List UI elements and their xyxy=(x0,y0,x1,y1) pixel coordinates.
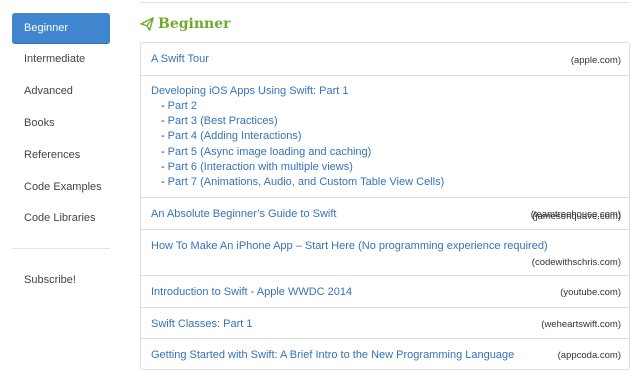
subscribe-link[interactable]: Subscribe! xyxy=(12,265,110,296)
resource-link[interactable]: How To Make An iPhone App – Start Here (… xyxy=(151,240,548,252)
resource-source: (teamtreehouse.com) xyxy=(530,209,621,220)
sidebar: Beginner Intermediate Advanced Books Ref… xyxy=(0,0,124,365)
sidebar-item-advanced[interactable]: Advanced xyxy=(12,76,110,107)
resource-link[interactable]: An Absolute Beginner’s Guide to Swift xyxy=(151,208,337,220)
resource-source: (weheartswift.com) xyxy=(541,319,621,330)
list-item: An Absolute Beginner’s Guide to Swift (t… xyxy=(141,198,629,230)
paper-plane-icon xyxy=(140,17,154,31)
sidebar-item-beginner[interactable]: Beginner xyxy=(12,13,110,44)
resource-link[interactable]: Introduction to Swift - Apple WWDC 2014 xyxy=(151,286,352,298)
list-item: Developing iOS Apps Using Swift: Part 1 … xyxy=(141,76,629,222)
list-item: Introduction to Swift - Apple WWDC 2014 … xyxy=(141,276,629,308)
sub-list-item: - Part 5 (Async image loading and caching… xyxy=(161,145,372,158)
list-item: Swift Classes: Part 1 (weheartswift.com) xyxy=(141,308,629,339)
resource-part-link[interactable]: Part 3 (Best Practices) xyxy=(168,115,278,127)
sidebar-item-intermediate[interactable]: Intermediate xyxy=(12,44,110,75)
sidebar-item-references[interactable]: References xyxy=(12,140,110,171)
section-title: Beginner xyxy=(158,16,231,32)
resource-link[interactable]: Developing iOS Apps Using Swift: Part 1 xyxy=(151,85,348,97)
sidebar-item-books[interactable]: Books xyxy=(12,108,110,139)
resource-source: (codewithschris.com) xyxy=(531,257,621,268)
sidebar-divider xyxy=(12,248,110,249)
resource-link[interactable]: Getting Started with Swift: A Brief Intr… xyxy=(151,349,514,361)
resource-source: (youtube.com) xyxy=(560,287,621,298)
section-header: Beginner xyxy=(140,13,231,35)
resource-part-link[interactable]: Part 6 (Interaction with multiple views) xyxy=(168,161,353,173)
main-content: Beginner A Swift Tour (apple.com) Develo… xyxy=(140,0,630,370)
sub-list-item: - Part 4 (Adding Interactions) xyxy=(161,130,302,143)
list-item: How To Make An iPhone App – Start Here (… xyxy=(141,230,629,276)
resource-source: (appcoda.com) xyxy=(557,350,621,361)
sub-list-item: - Part 3 (Best Practices) xyxy=(161,115,278,128)
resource-link[interactable]: A Swift Tour xyxy=(151,53,209,65)
resource-source: (apple.com) xyxy=(570,55,621,66)
top-divider xyxy=(140,2,630,3)
resource-link[interactable]: Swift Classes: Part 1 xyxy=(151,318,252,330)
resource-part-link[interactable]: Part 2 xyxy=(168,100,197,112)
sidebar-item-code-libraries[interactable]: Code Libraries xyxy=(12,203,110,234)
sidebar-item-code-examples[interactable]: Code Examples xyxy=(12,172,110,203)
resource-part-link[interactable]: Part 4 (Adding Interactions) xyxy=(168,130,302,142)
sub-list-item: - Part 7 (Animations, Audio, and Custom T… xyxy=(161,176,445,189)
resource-part-link[interactable]: Part 5 (Async image loading and caching) xyxy=(168,146,372,158)
resource-list: A Swift Tour (apple.com) Developing iOS … xyxy=(140,42,630,370)
sub-list-item: - Part 2 xyxy=(161,100,198,112)
sub-list-item: - Part 6 (Interaction with multiple views… xyxy=(161,160,353,173)
resource-part-link[interactable]: Part 7 (Animations, Audio, and Custom Ta… xyxy=(168,176,445,188)
list-item: A Swift Tour (apple.com) xyxy=(141,43,629,76)
